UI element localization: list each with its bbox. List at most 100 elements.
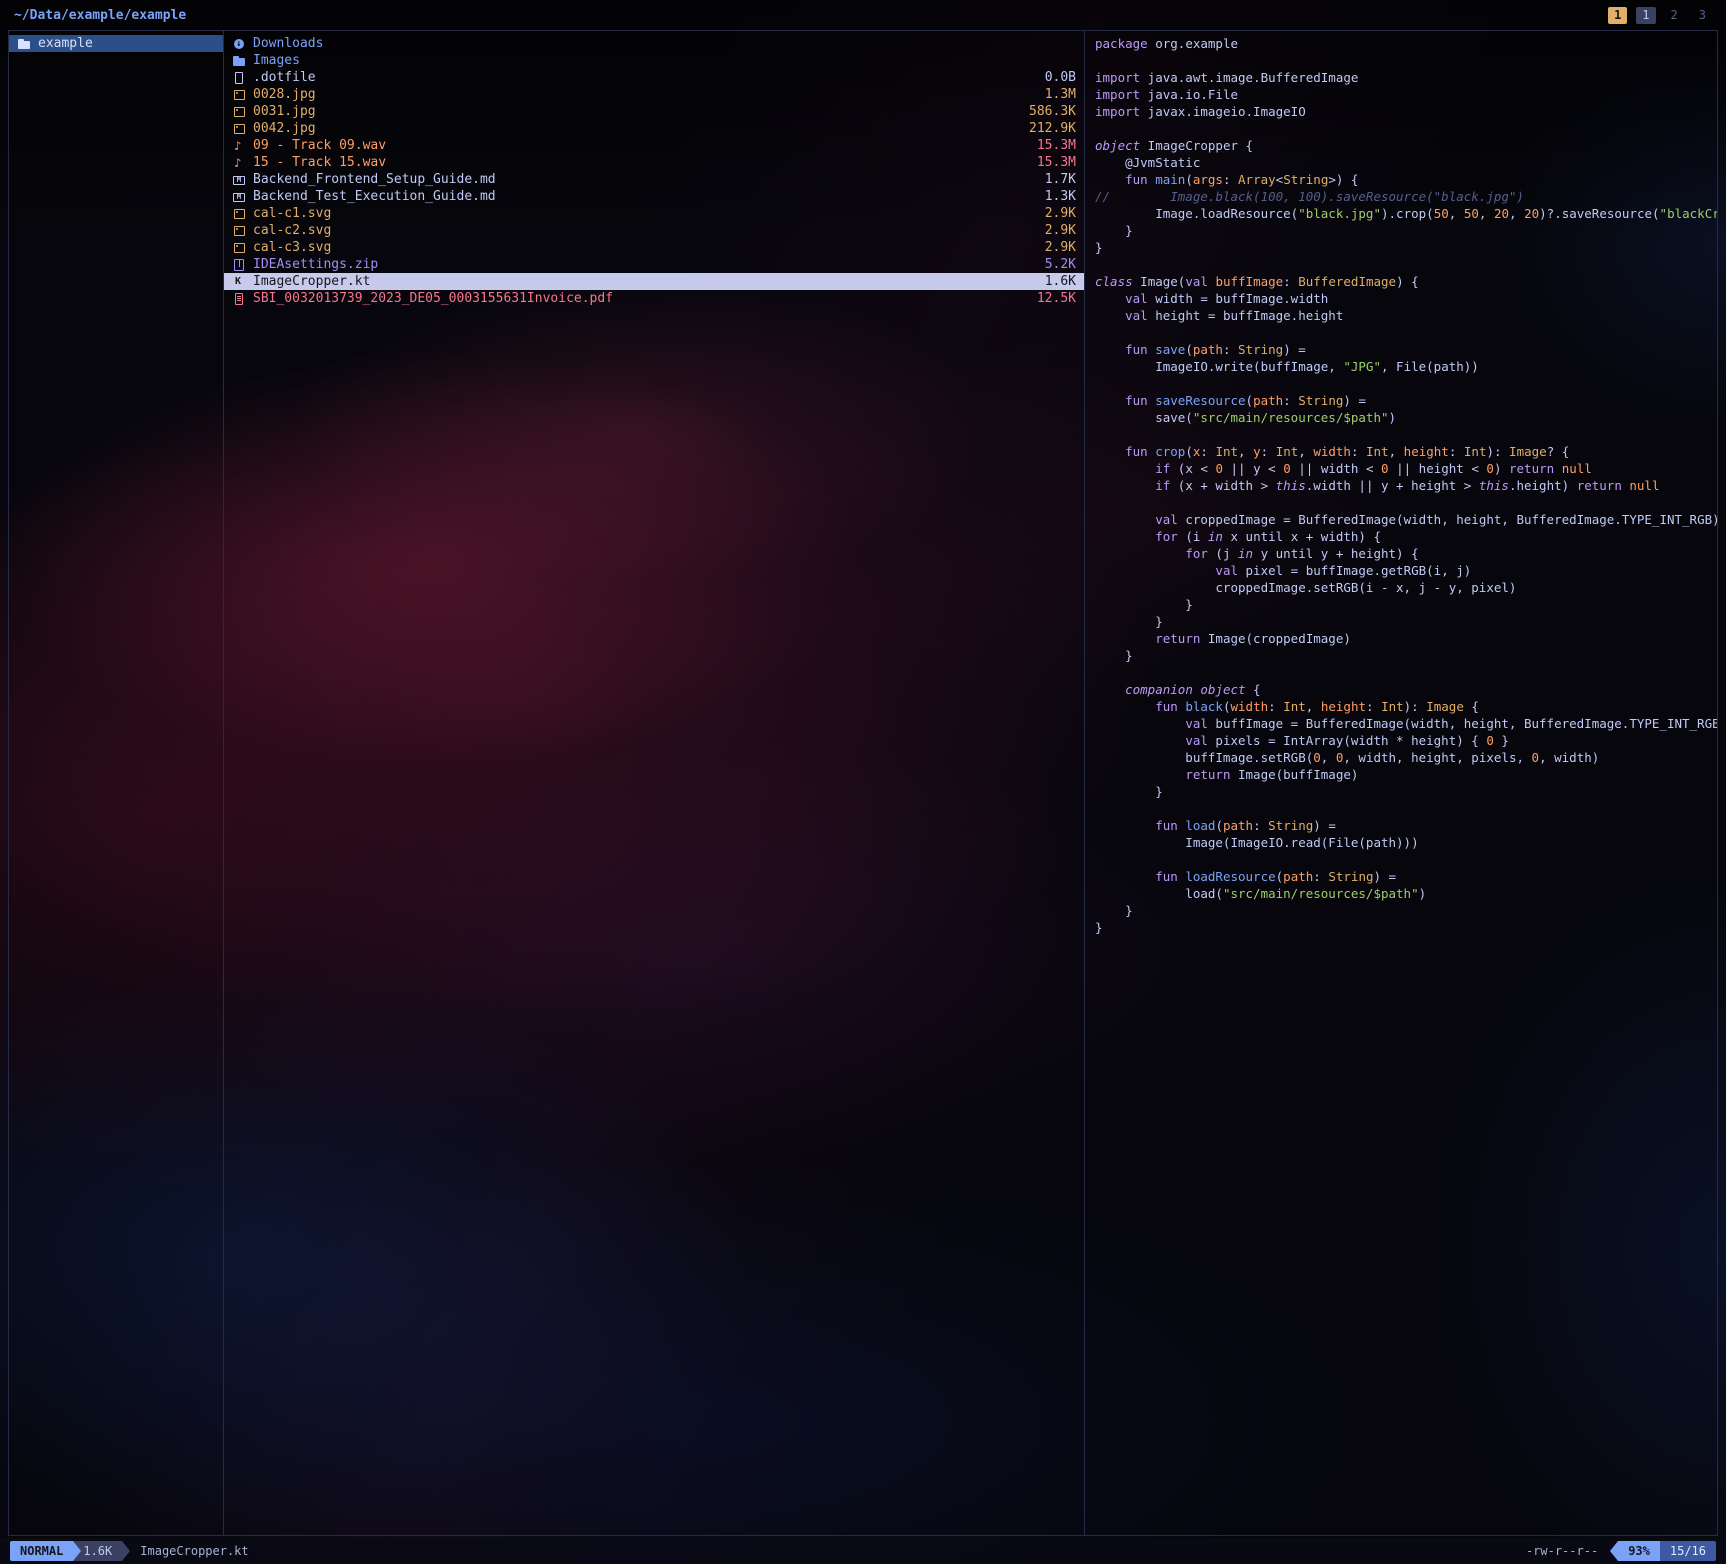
code-line: val width = buffImage.width xyxy=(1095,290,1717,307)
code-line: import javax.imageio.ImageIO xyxy=(1095,103,1717,120)
file-size: 1.6K xyxy=(1035,274,1076,289)
code-line: } xyxy=(1095,902,1717,919)
file-row[interactable]: 15 - Track 15.wav15.3M xyxy=(224,154,1084,171)
code-line: import java.awt.image.BufferedImage xyxy=(1095,69,1717,86)
file-name: IDEAsettings.zip xyxy=(253,257,378,272)
code-line: @JvmStatic xyxy=(1095,154,1717,171)
kotlin-icon xyxy=(232,275,246,289)
code-line: } xyxy=(1095,596,1717,613)
code-line: } xyxy=(1095,647,1717,664)
code-line xyxy=(1095,52,1717,69)
code-line xyxy=(1095,851,1717,868)
file-row[interactable]: cal-c3.svg2.9K xyxy=(224,239,1084,256)
file-size: 0.0B xyxy=(1035,70,1076,85)
code-line: fun crop(x: Int, y: Int, width: Int, hei… xyxy=(1095,443,1717,460)
file-size: 12.5K xyxy=(1027,291,1076,306)
code-line: for (j in y until y + height) { xyxy=(1095,545,1717,562)
file-row[interactable]: Downloads xyxy=(224,35,1084,52)
code-line: if (x + width > this.width || y + height… xyxy=(1095,477,1717,494)
file-size: 15.3M xyxy=(1027,155,1076,170)
code-line: val pixel = buffImage.getRGB(i, j) xyxy=(1095,562,1717,579)
code-line: package org.example xyxy=(1095,35,1717,52)
tab-bar: 1123 xyxy=(1608,7,1712,24)
file-size: 586.3K xyxy=(1019,104,1076,119)
file-size: 212.9K xyxy=(1019,121,1076,136)
file-row[interactable]: Images xyxy=(224,52,1084,69)
file-row[interactable]: cal-c1.svg2.9K xyxy=(224,205,1084,222)
archive-icon xyxy=(232,258,246,272)
code-line xyxy=(1095,375,1717,392)
scroll-percent-badge: 93% xyxy=(1618,1541,1660,1561)
code-line xyxy=(1095,664,1717,681)
pdf-icon xyxy=(232,292,246,306)
file-row[interactable]: ImageCropper.kt 1.6K xyxy=(224,273,1084,290)
code-line: fun save(path: String) = xyxy=(1095,341,1717,358)
file-name: cal-c1.svg xyxy=(253,206,331,221)
code-line: val croppedImage = BufferedImage(width, … xyxy=(1095,511,1717,528)
file-row[interactable]: 0031.jpg586.3K xyxy=(224,103,1084,120)
code-line xyxy=(1095,800,1717,817)
cwd-path: ~/Data/example/example xyxy=(14,8,186,23)
file-row[interactable]: 0028.jpg1.3M xyxy=(224,86,1084,103)
folder-icon xyxy=(17,37,31,51)
panes: example DownloadsImages.dotfile0.0B0028.… xyxy=(8,30,1718,1536)
file-name: Images xyxy=(253,53,300,68)
code-line: save("src/main/resources/$path") xyxy=(1095,409,1717,426)
current-file-label: ImageCropper.kt xyxy=(140,1544,248,1558)
code-line: companion object { xyxy=(1095,681,1717,698)
header: ~/Data/example/example 1123 xyxy=(0,0,1726,30)
code-line: val pixels = IntArray(width * height) { … xyxy=(1095,732,1717,749)
cursor-position-badge: 15/16 xyxy=(1660,1541,1716,1561)
code-line xyxy=(1095,120,1717,137)
file-name: .dotfile xyxy=(253,70,316,85)
file-name: 0042.jpg xyxy=(253,121,316,136)
status-bar: NORMAL 1.6K ImageCropper.kt -rw-r--r-- 9… xyxy=(0,1538,1726,1564)
tab-1[interactable]: 1 xyxy=(1608,7,1627,24)
file-size: 5.2K xyxy=(1035,257,1076,272)
code-line: } xyxy=(1095,613,1717,630)
powerline-separator-icon xyxy=(122,1541,130,1561)
code-line: load("src/main/resources/$path") xyxy=(1095,885,1717,902)
code-line: Image.loadResource("black.jpg").crop(50,… xyxy=(1095,205,1717,222)
code-line: // Image.black(100, 100).saveResource("b… xyxy=(1095,188,1717,205)
file-name: Backend_Frontend_Setup_Guide.md xyxy=(253,172,496,187)
code-line: } xyxy=(1095,239,1717,256)
file-name: cal-c2.svg xyxy=(253,223,331,238)
tab-2[interactable]: 2 xyxy=(1665,7,1684,24)
image-icon xyxy=(232,122,246,136)
code-line xyxy=(1095,494,1717,511)
file-name: Backend_Test_Execution_Guide.md xyxy=(253,189,496,204)
file-size: 1.3K xyxy=(1035,189,1076,204)
tab-3[interactable]: 3 xyxy=(1693,7,1712,24)
file-row[interactable]: .dotfile 0.0B xyxy=(224,69,1084,86)
image-icon xyxy=(232,207,246,221)
file-list-pane[interactable]: DownloadsImages.dotfile0.0B0028.jpg1.3M0… xyxy=(223,31,1085,1535)
file-row[interactable]: 09 - Track 09.wav15.3M xyxy=(224,137,1084,154)
file-row[interactable]: Backend_Test_Execution_Guide.md 1.3K xyxy=(224,188,1084,205)
image-icon xyxy=(232,241,246,255)
permissions-label: -rw-r--r-- xyxy=(1526,1544,1598,1558)
code-line: fun main(args: Array<String>) { xyxy=(1095,171,1717,188)
code-line: } xyxy=(1095,919,1717,936)
file-row[interactable]: 0042.jpg 212.9K xyxy=(224,120,1084,137)
code-line xyxy=(1095,256,1717,273)
file-name: ImageCropper.kt xyxy=(253,274,370,289)
code-line: if (x < 0 || y < 0 || width < 0 || heigh… xyxy=(1095,460,1717,477)
file-name: cal-c3.svg xyxy=(253,240,331,255)
code-line xyxy=(1095,324,1717,341)
tab-1[interactable]: 1 xyxy=(1636,7,1655,24)
file-row[interactable]: IDEAsettings.zip 5.2K xyxy=(224,256,1084,273)
dir-name: example xyxy=(38,36,93,51)
file-name: SBI_0032013739_2023_DE05_0003155631Invoi… xyxy=(253,291,613,306)
file-name: 0028.jpg xyxy=(253,87,316,102)
file-row[interactable]: cal-c2.svg2.9K xyxy=(224,222,1084,239)
markdown-icon xyxy=(232,173,246,187)
image-icon xyxy=(232,88,246,102)
file-row[interactable]: SBI_0032013739_2023_DE05_0003155631Invoi… xyxy=(224,290,1084,307)
file-row[interactable]: Backend_Frontend_Setup_Guide.md1.7K xyxy=(224,171,1084,188)
audio-icon xyxy=(232,156,246,170)
image-icon xyxy=(232,105,246,119)
code-line: fun saveResource(path: String) = xyxy=(1095,392,1717,409)
file-icon xyxy=(232,71,246,85)
parent-dir-item[interactable]: example xyxy=(9,35,223,52)
